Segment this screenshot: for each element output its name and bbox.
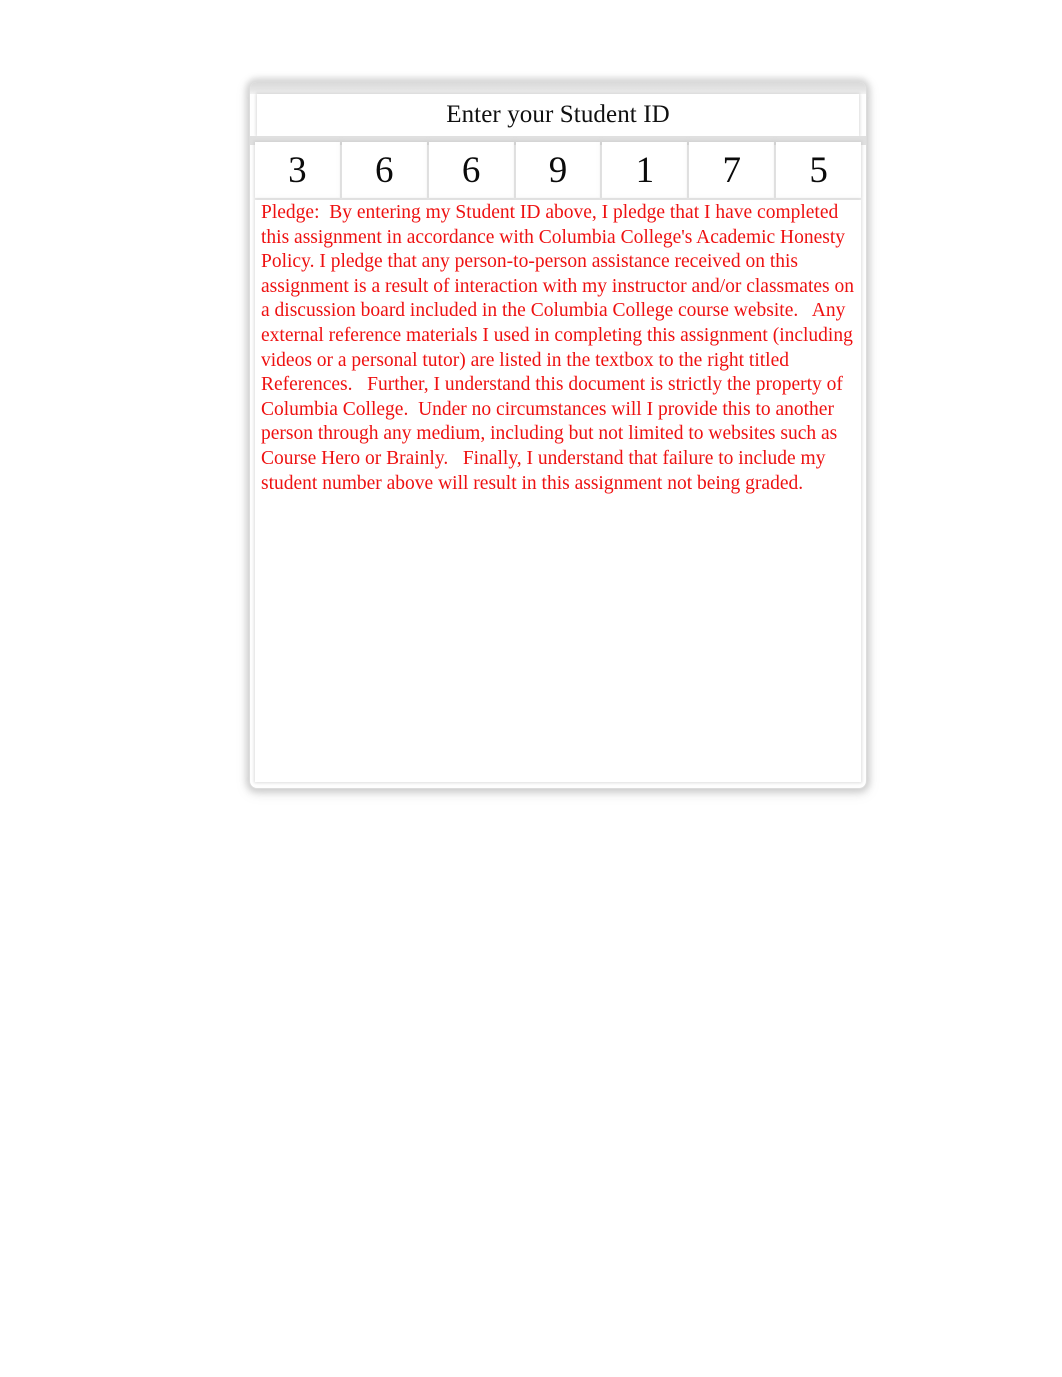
student-id-digit-cell-5[interactable]: 1: [602, 142, 688, 198]
student-id-digit-cell-1[interactable]: 3: [255, 142, 340, 198]
student-id-digit-cell-2[interactable]: 6: [341, 142, 427, 198]
student-id-digit-cell-4[interactable]: 9: [515, 142, 601, 198]
student-id-pledge-frame: Enter your Student ID 3 6 6 9 1 7 5 Pled…: [250, 82, 866, 788]
student-id-digit-value: 6: [461, 149, 481, 191]
student-id-digit-value: 6: [375, 149, 394, 191]
frame-top-band: [250, 82, 866, 94]
student-id-digit-value: 7: [722, 149, 741, 191]
student-id-title-row: Enter your Student ID: [257, 94, 859, 136]
student-id-digit-row[interactable]: 3 6 6 9 1 7 5: [255, 142, 862, 198]
student-id-digit-value: 5: [809, 149, 828, 191]
pledge-text: Pledge: By entering my Student ID above,…: [261, 202, 859, 494]
student-id-digit-cell-6[interactable]: 7: [689, 142, 775, 198]
pledge-textbox[interactable]: Pledge: By entering my Student ID above,…: [255, 200, 861, 782]
student-id-digit-value: 3: [288, 149, 307, 191]
student-id-digit-value: 1: [635, 149, 655, 191]
student-id-digit-value: 9: [548, 149, 568, 191]
student-id-digit-cell-3[interactable]: 6: [428, 142, 514, 198]
student-id-digit-cell-7[interactable]: 5: [776, 142, 862, 198]
page-title: Enter your Student ID: [446, 101, 670, 128]
